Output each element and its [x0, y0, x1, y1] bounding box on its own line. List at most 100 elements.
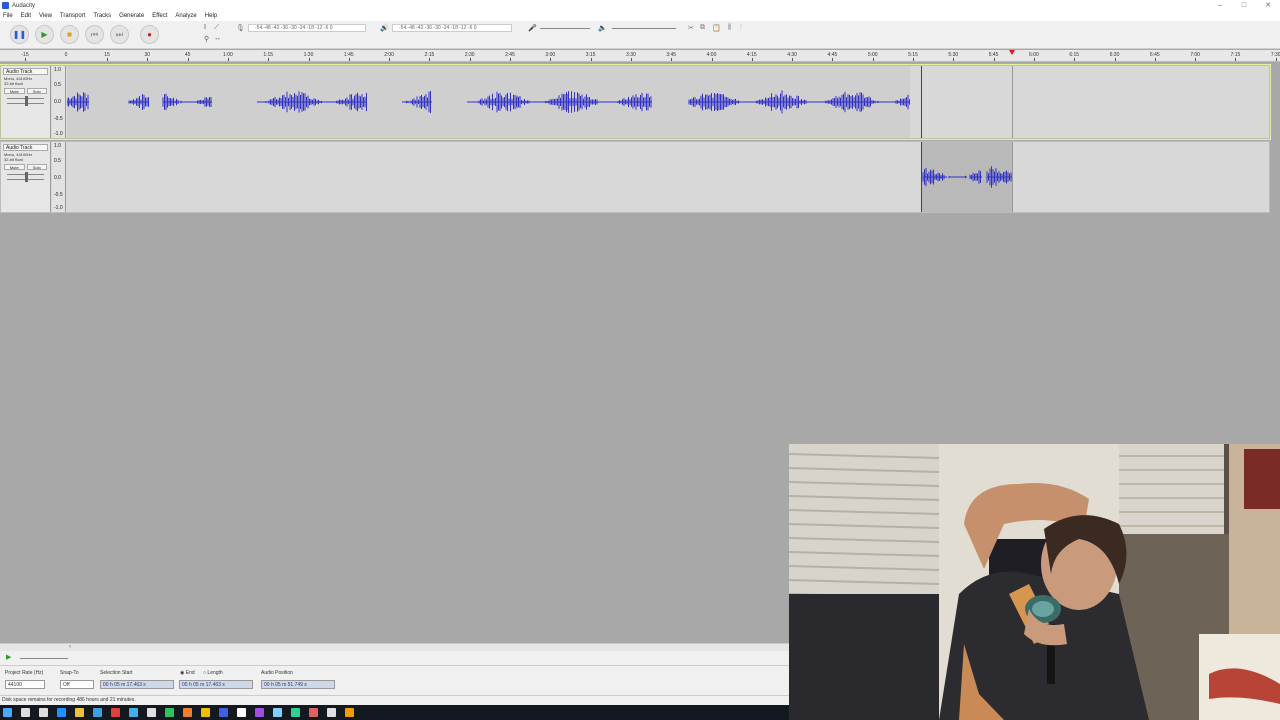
- timeline-ruler[interactable]: 0 -15 15 30 45 1:00 1:15 1:30 1:45 2:00 2:15 2:30 2…: [0, 50, 1280, 62]
- scale-label: 0.0: [54, 175, 61, 181]
- scale-label: -0.5: [54, 116, 63, 122]
- solo-button[interactable]: Solo: [26, 164, 47, 170]
- ruler-tick: [469, 58, 471, 61]
- pan-slider[interactable]: [7, 101, 44, 106]
- ruler-tick: [268, 58, 270, 61]
- speaker-icon[interactable]: 🔊: [380, 24, 389, 32]
- selection-end-field[interactable]: 00 h 05 m 17.463 s: [179, 680, 253, 689]
- track-format-info: 32-bit float: [4, 81, 23, 86]
- menu-file[interactable]: File: [3, 13, 13, 19]
- audio-position-field[interactable]: 00 h 05 m 51.749 s: [261, 680, 335, 689]
- scale-label: -1.0: [54, 131, 63, 137]
- paste-icon[interactable]: 📋: [712, 24, 721, 32]
- end-radio[interactable]: ◉ End: [180, 670, 195, 676]
- snap-to-select[interactable]: Off: [60, 680, 94, 689]
- length-radio[interactable]: ○ Length: [203, 670, 223, 676]
- search-icon[interactable]: [21, 708, 30, 717]
- app-icon[interactable]: [327, 708, 336, 717]
- playback-volume-slider[interactable]: [612, 28, 676, 29]
- scroll-left-icon[interactable]: ‹: [69, 644, 71, 650]
- pan-slider[interactable]: [7, 177, 44, 182]
- skip-to-end-button[interactable]: ⏭: [110, 25, 129, 44]
- cut-icon[interactable]: ✂: [688, 24, 694, 32]
- ruler-tick: [1154, 58, 1156, 61]
- menu-help[interactable]: Help: [205, 13, 217, 19]
- menu-view[interactable]: View: [39, 13, 52, 19]
- maximize-button[interactable]: □: [1232, 0, 1256, 11]
- ruler-tick: [832, 58, 834, 61]
- app-icon[interactable]: [165, 708, 174, 717]
- menu-transport[interactable]: Transport: [60, 13, 85, 19]
- menu-tracks[interactable]: Tracks: [93, 13, 111, 19]
- app-icon[interactable]: [291, 708, 300, 717]
- app-icon[interactable]: [201, 708, 210, 717]
- mute-button[interactable]: Mute: [4, 164, 25, 170]
- edge-icon[interactable]: [57, 708, 66, 717]
- chrome-icon[interactable]: [111, 708, 120, 717]
- pause-button[interactable]: ❚❚: [10, 25, 29, 44]
- ruler-tick: [751, 58, 753, 61]
- play-button[interactable]: ▶: [35, 25, 54, 44]
- playhead-marker-icon[interactable]: [1009, 50, 1015, 55]
- copy-icon[interactable]: ⧉: [700, 24, 705, 32]
- zoom-tool-icon[interactable]: ⚲: [204, 35, 209, 43]
- file-explorer-icon[interactable]: [75, 708, 84, 717]
- close-button[interactable]: ✕: [1256, 0, 1280, 11]
- store-icon[interactable]: [93, 708, 102, 717]
- trim-icon[interactable]: ⫼: [728, 24, 731, 32]
- audio-track-2[interactable]: Audio Track Mono, 44100Hz 32-bit float M…: [0, 141, 1270, 213]
- scale-label: -1.0: [54, 205, 63, 211]
- selection-start-field[interactable]: 00 h 05 m 17.463 s: [100, 680, 174, 689]
- playback-speed-slider[interactable]: [20, 658, 68, 659]
- waveform-area[interactable]: [67, 66, 1269, 138]
- envelope-tool-icon[interactable]: ⟋: [214, 24, 219, 32]
- track-name-menu[interactable]: Audio Track: [3, 144, 48, 151]
- microphone-icon[interactable]: 🎙: [236, 24, 245, 32]
- amplitude-scale: 1.0 0.5 0.0 -0.5 -1.0: [52, 66, 66, 138]
- selection-tool-icon[interactable]: I: [204, 24, 206, 31]
- app-icon[interactable]: [237, 708, 246, 717]
- ruler-tick: [1195, 58, 1197, 61]
- waveform-area[interactable]: [67, 142, 1269, 212]
- app-icon[interactable]: [183, 708, 192, 717]
- stop-button[interactable]: ■: [60, 25, 79, 44]
- app-icon[interactable]: [219, 708, 228, 717]
- solo-button[interactable]: Solo: [26, 88, 47, 94]
- mic-volume-slider[interactable]: [540, 28, 590, 29]
- speaker-volume-icon: 🔈: [598, 25, 607, 32]
- gain-slider[interactable]: [7, 172, 44, 177]
- menu-edit[interactable]: Edit: [21, 13, 31, 19]
- minimize-button[interactable]: –: [1208, 0, 1232, 11]
- menu-effect[interactable]: Effect: [152, 13, 167, 19]
- record-button[interactable]: ●: [140, 25, 159, 44]
- horizontal-scrollbar[interactable]: ‹: [0, 643, 789, 651]
- audacity-icon[interactable]: [345, 708, 354, 717]
- project-rate-label: Project Rate (Hz): [5, 670, 44, 676]
- play-at-speed-icon[interactable]: ▶: [6, 653, 11, 661]
- windows-icon[interactable]: [3, 708, 12, 717]
- app-icon[interactable]: [147, 708, 156, 717]
- audio-track-1[interactable]: Audio Track Mono, 44100Hz 32-bit float M…: [0, 64, 1271, 140]
- app-icon[interactable]: [255, 708, 264, 717]
- track-name-menu[interactable]: Audio Track: [3, 68, 48, 75]
- menu-generate[interactable]: Generate: [119, 13, 144, 19]
- mute-button[interactable]: Mute: [4, 88, 25, 94]
- app-icon[interactable]: [273, 708, 282, 717]
- timeshift-tool-icon[interactable]: ↔: [214, 35, 221, 42]
- scale-label: 0.0: [54, 99, 61, 105]
- playback-meter[interactable]: -54 -48 -42 -36 -30 -24 -18 -12 -6 0: [392, 24, 512, 32]
- skip-to-start-button[interactable]: ⏮: [85, 25, 104, 44]
- app-icon[interactable]: [309, 708, 318, 717]
- gain-slider[interactable]: [7, 96, 44, 101]
- ruler-tick: [1114, 58, 1116, 61]
- ruler-tick: [510, 58, 511, 61]
- silence-icon[interactable]: ⫶: [740, 24, 742, 32]
- task-view-icon[interactable]: [39, 708, 48, 717]
- waveform-graph: [67, 90, 910, 114]
- ruler-tick: [429, 58, 431, 61]
- record-meter[interactable]: -54 -48 -42 -36 -30 -24 -18 -12 -6 0: [248, 24, 366, 32]
- window-title: Audacity: [12, 2, 36, 9]
- project-rate-select[interactable]: 44100: [5, 680, 45, 689]
- menu-analyze[interactable]: Analyze: [175, 13, 196, 19]
- app-icon[interactable]: [129, 708, 138, 717]
